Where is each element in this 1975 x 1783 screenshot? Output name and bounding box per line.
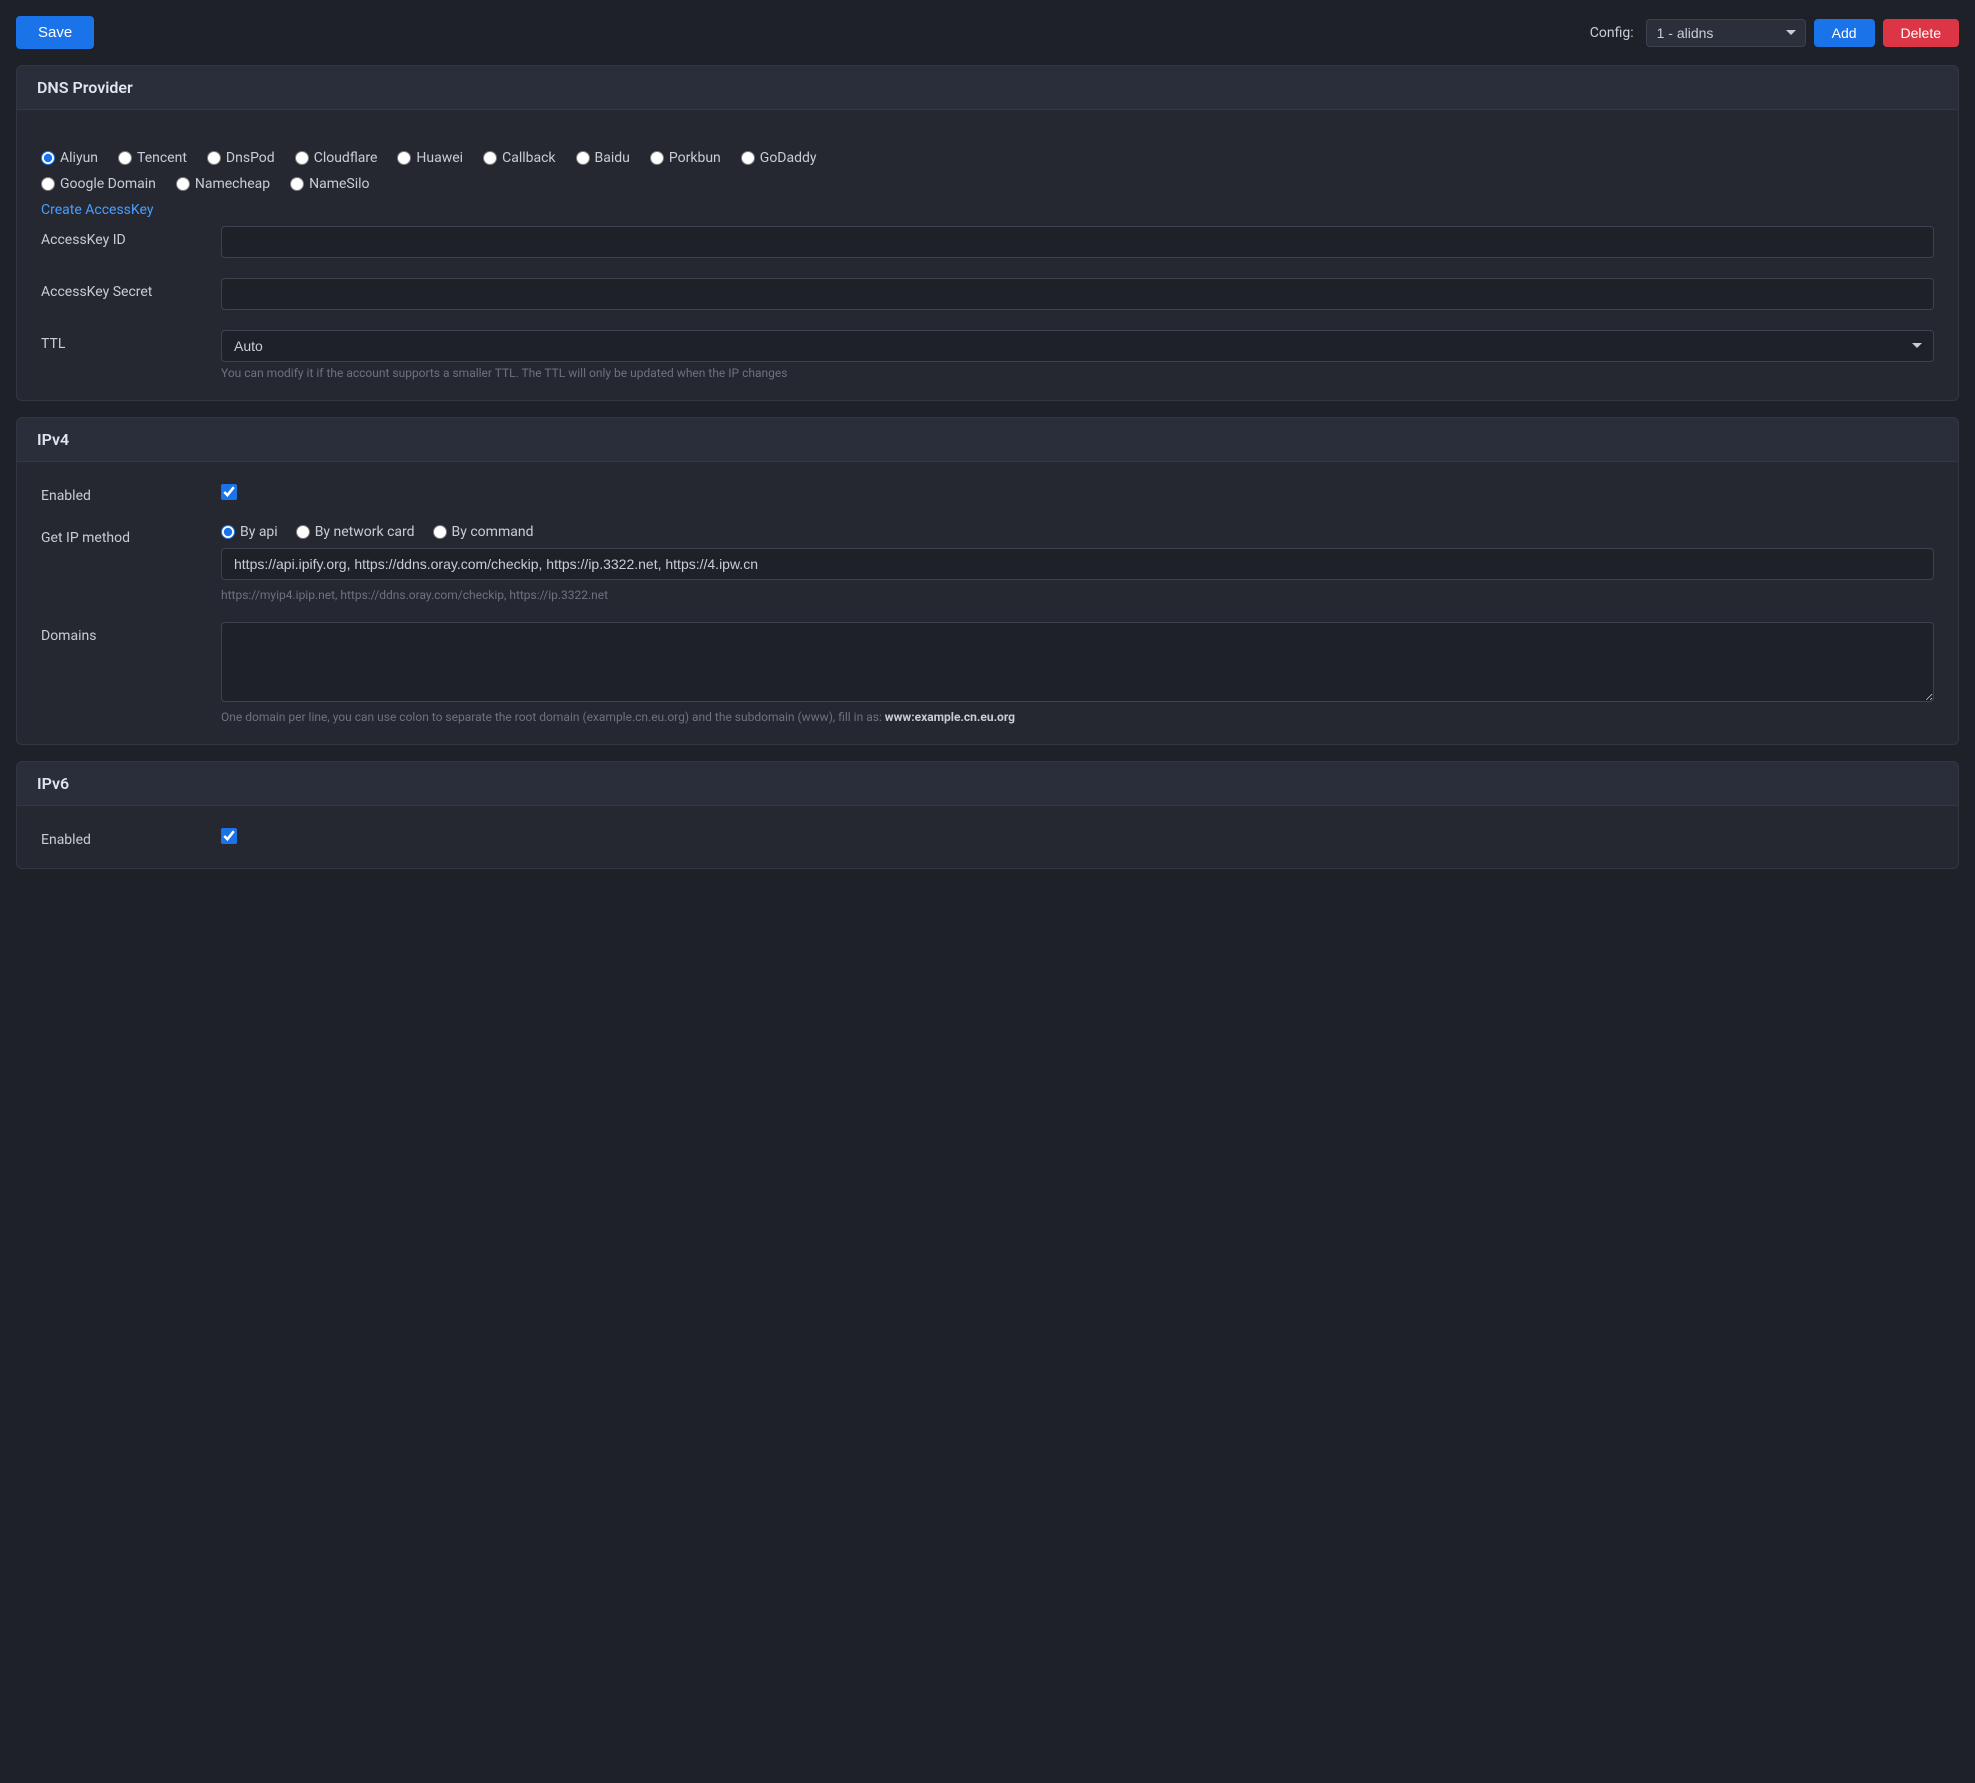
provider-namesilo[interactable]: NameSilo xyxy=(290,176,369,192)
ipv4-card: IPv4 Enabled Get IP method By api By xyxy=(16,417,1959,745)
ipv4-enabled-wrap xyxy=(221,482,1934,504)
provider-callback-radio[interactable] xyxy=(483,151,497,165)
ttl-select[interactable]: Auto 60 120 300 600 1800 3600 xyxy=(221,330,1934,362)
provider-tencent-label: Tencent xyxy=(137,150,187,166)
top-bar: Save Config: 1 - alidns Add Delete xyxy=(16,16,1959,49)
provider-aliyun-label: Aliyun xyxy=(60,150,98,166)
provider-baidu-radio[interactable] xyxy=(576,151,590,165)
ipv4-domains-wrap: One domain per line, you can use colon t… xyxy=(221,622,1934,724)
provider-huawei[interactable]: Huawei xyxy=(397,150,463,166)
ipv6-card: IPv6 Enabled xyxy=(16,761,1959,869)
ipv6-title: IPv6 xyxy=(17,762,1958,806)
accesskey-id-label: AccessKey ID xyxy=(41,226,221,248)
provider-radios: Aliyun Tencent DnsPod Cloudflare Huawei xyxy=(41,130,1934,226)
ipv6-enabled-checkbox[interactable] xyxy=(221,828,237,844)
config-label: Config: xyxy=(1590,25,1634,41)
ttl-hint: You can modify it if the account support… xyxy=(221,366,1934,380)
ipv6-enabled-label: Enabled xyxy=(41,826,221,848)
provider-tencent[interactable]: Tencent xyxy=(118,150,187,166)
ipv4-by-api[interactable]: By api xyxy=(221,524,278,540)
ipv4-domains-row: Domains One domain per line, you can use… xyxy=(41,622,1934,724)
provider-cloudflare[interactable]: Cloudflare xyxy=(295,150,378,166)
ipv4-api-url-placeholder: https://myip4.ipip.net, https://ddns.ora… xyxy=(221,588,1934,602)
delete-button[interactable]: Delete xyxy=(1883,19,1959,47)
ipv4-enabled-checkbox[interactable] xyxy=(221,484,237,500)
provider-godaddy-radio[interactable] xyxy=(741,151,755,165)
provider-namesilo-radio[interactable] xyxy=(290,177,304,191)
ipv4-domains-textarea[interactable] xyxy=(221,622,1934,702)
provider-godaddy[interactable]: GoDaddy xyxy=(741,150,817,166)
accesskey-id-row: AccessKey ID xyxy=(41,226,1934,258)
ttl-row: TTL Auto 60 120 300 600 1800 3600 You ca… xyxy=(41,330,1934,380)
dns-provider-body: Aliyun Tencent DnsPod Cloudflare Huawei xyxy=(17,110,1958,400)
ipv4-by-network-card[interactable]: By network card xyxy=(296,524,415,540)
provider-baidu[interactable]: Baidu xyxy=(576,150,630,166)
ipv4-get-ip-row: Get IP method By api By network card By … xyxy=(41,524,1934,602)
ipv4-by-network-card-label: By network card xyxy=(315,524,415,540)
save-button[interactable]: Save xyxy=(16,16,94,49)
provider-porkbun-radio[interactable] xyxy=(650,151,664,165)
provider-cloudflare-radio[interactable] xyxy=(295,151,309,165)
provider-callback-label: Callback xyxy=(502,150,555,166)
provider-dnspod[interactable]: DnsPod xyxy=(207,150,275,166)
provider-dnspod-label: DnsPod xyxy=(226,150,275,166)
ipv4-get-ip-label: Get IP method xyxy=(41,524,221,546)
provider-google-domain-radio[interactable] xyxy=(41,177,55,191)
provider-porkbun[interactable]: Porkbun xyxy=(650,150,721,166)
ipv6-enabled-row: Enabled xyxy=(41,826,1934,848)
accesskey-secret-label: AccessKey Secret xyxy=(41,278,221,300)
provider-godaddy-label: GoDaddy xyxy=(760,150,817,166)
accesskey-id-input[interactable] xyxy=(221,226,1934,258)
ipv4-by-command-label: By command xyxy=(452,524,534,540)
ipv4-domains-hint: One domain per line, you can use colon t… xyxy=(221,710,1934,724)
provider-dnspod-radio[interactable] xyxy=(207,151,221,165)
config-select[interactable]: 1 - alidns xyxy=(1646,19,1806,47)
provider-huawei-label: Huawei xyxy=(416,150,463,166)
ipv4-get-ip-wrap: By api By network card By command https:… xyxy=(221,524,1934,602)
accesskey-secret-row: AccessKey Secret xyxy=(41,278,1934,310)
ipv4-enabled-row: Enabled xyxy=(41,482,1934,504)
ipv4-api-url-input[interactable] xyxy=(221,548,1934,580)
ipv6-enabled-wrap xyxy=(221,826,1934,848)
ipv4-body: Enabled Get IP method By api By network … xyxy=(17,462,1958,744)
provider-aliyun[interactable]: Aliyun xyxy=(41,150,98,166)
ipv4-title: IPv4 xyxy=(17,418,1958,462)
provider-porkbun-label: Porkbun xyxy=(669,150,721,166)
provider-namesilo-label: NameSilo xyxy=(309,176,369,192)
provider-cloudflare-label: Cloudflare xyxy=(314,150,378,166)
create-accesskey-link[interactable]: Create AccessKey xyxy=(41,202,153,218)
ipv4-by-command[interactable]: By command xyxy=(433,524,534,540)
provider-namecheap[interactable]: Namecheap xyxy=(176,176,270,192)
provider-namecheap-radio[interactable] xyxy=(176,177,190,191)
provider-radio-row-1: Aliyun Tencent DnsPod Cloudflare Huawei xyxy=(41,150,1934,166)
provider-tencent-radio[interactable] xyxy=(118,151,132,165)
provider-namecheap-label: Namecheap xyxy=(195,176,270,192)
accesskey-secret-wrap xyxy=(221,278,1934,310)
add-button[interactable]: Add xyxy=(1814,19,1875,47)
ipv4-domains-label: Domains xyxy=(41,622,221,644)
provider-aliyun-radio[interactable] xyxy=(41,151,55,165)
dns-provider-title: DNS Provider xyxy=(17,66,1958,110)
ipv4-by-api-radio[interactable] xyxy=(221,525,235,539)
ipv4-by-api-label: By api xyxy=(240,524,278,540)
provider-baidu-label: Baidu xyxy=(595,150,630,166)
accesskey-secret-input[interactable] xyxy=(221,278,1934,310)
ipv4-ip-method-radios: By api By network card By command xyxy=(221,524,1934,540)
ipv4-enabled-label: Enabled xyxy=(41,482,221,504)
ipv4-by-command-radio[interactable] xyxy=(433,525,447,539)
dns-provider-card: DNS Provider Aliyun Tencent DnsPod xyxy=(16,65,1959,401)
ipv6-body: Enabled xyxy=(17,806,1958,868)
accesskey-id-wrap xyxy=(221,226,1934,258)
provider-google-domain[interactable]: Google Domain xyxy=(41,176,156,192)
provider-huawei-radio[interactable] xyxy=(397,151,411,165)
provider-radio-row-2: Google Domain Namecheap NameSilo xyxy=(41,176,1934,192)
ipv4-by-network-card-radio[interactable] xyxy=(296,525,310,539)
ttl-wrap: Auto 60 120 300 600 1800 3600 You can mo… xyxy=(221,330,1934,380)
provider-google-domain-label: Google Domain xyxy=(60,176,156,192)
provider-callback[interactable]: Callback xyxy=(483,150,555,166)
ttl-label: TTL xyxy=(41,330,221,352)
config-controls: Config: 1 - alidns Add Delete xyxy=(1590,19,1959,47)
